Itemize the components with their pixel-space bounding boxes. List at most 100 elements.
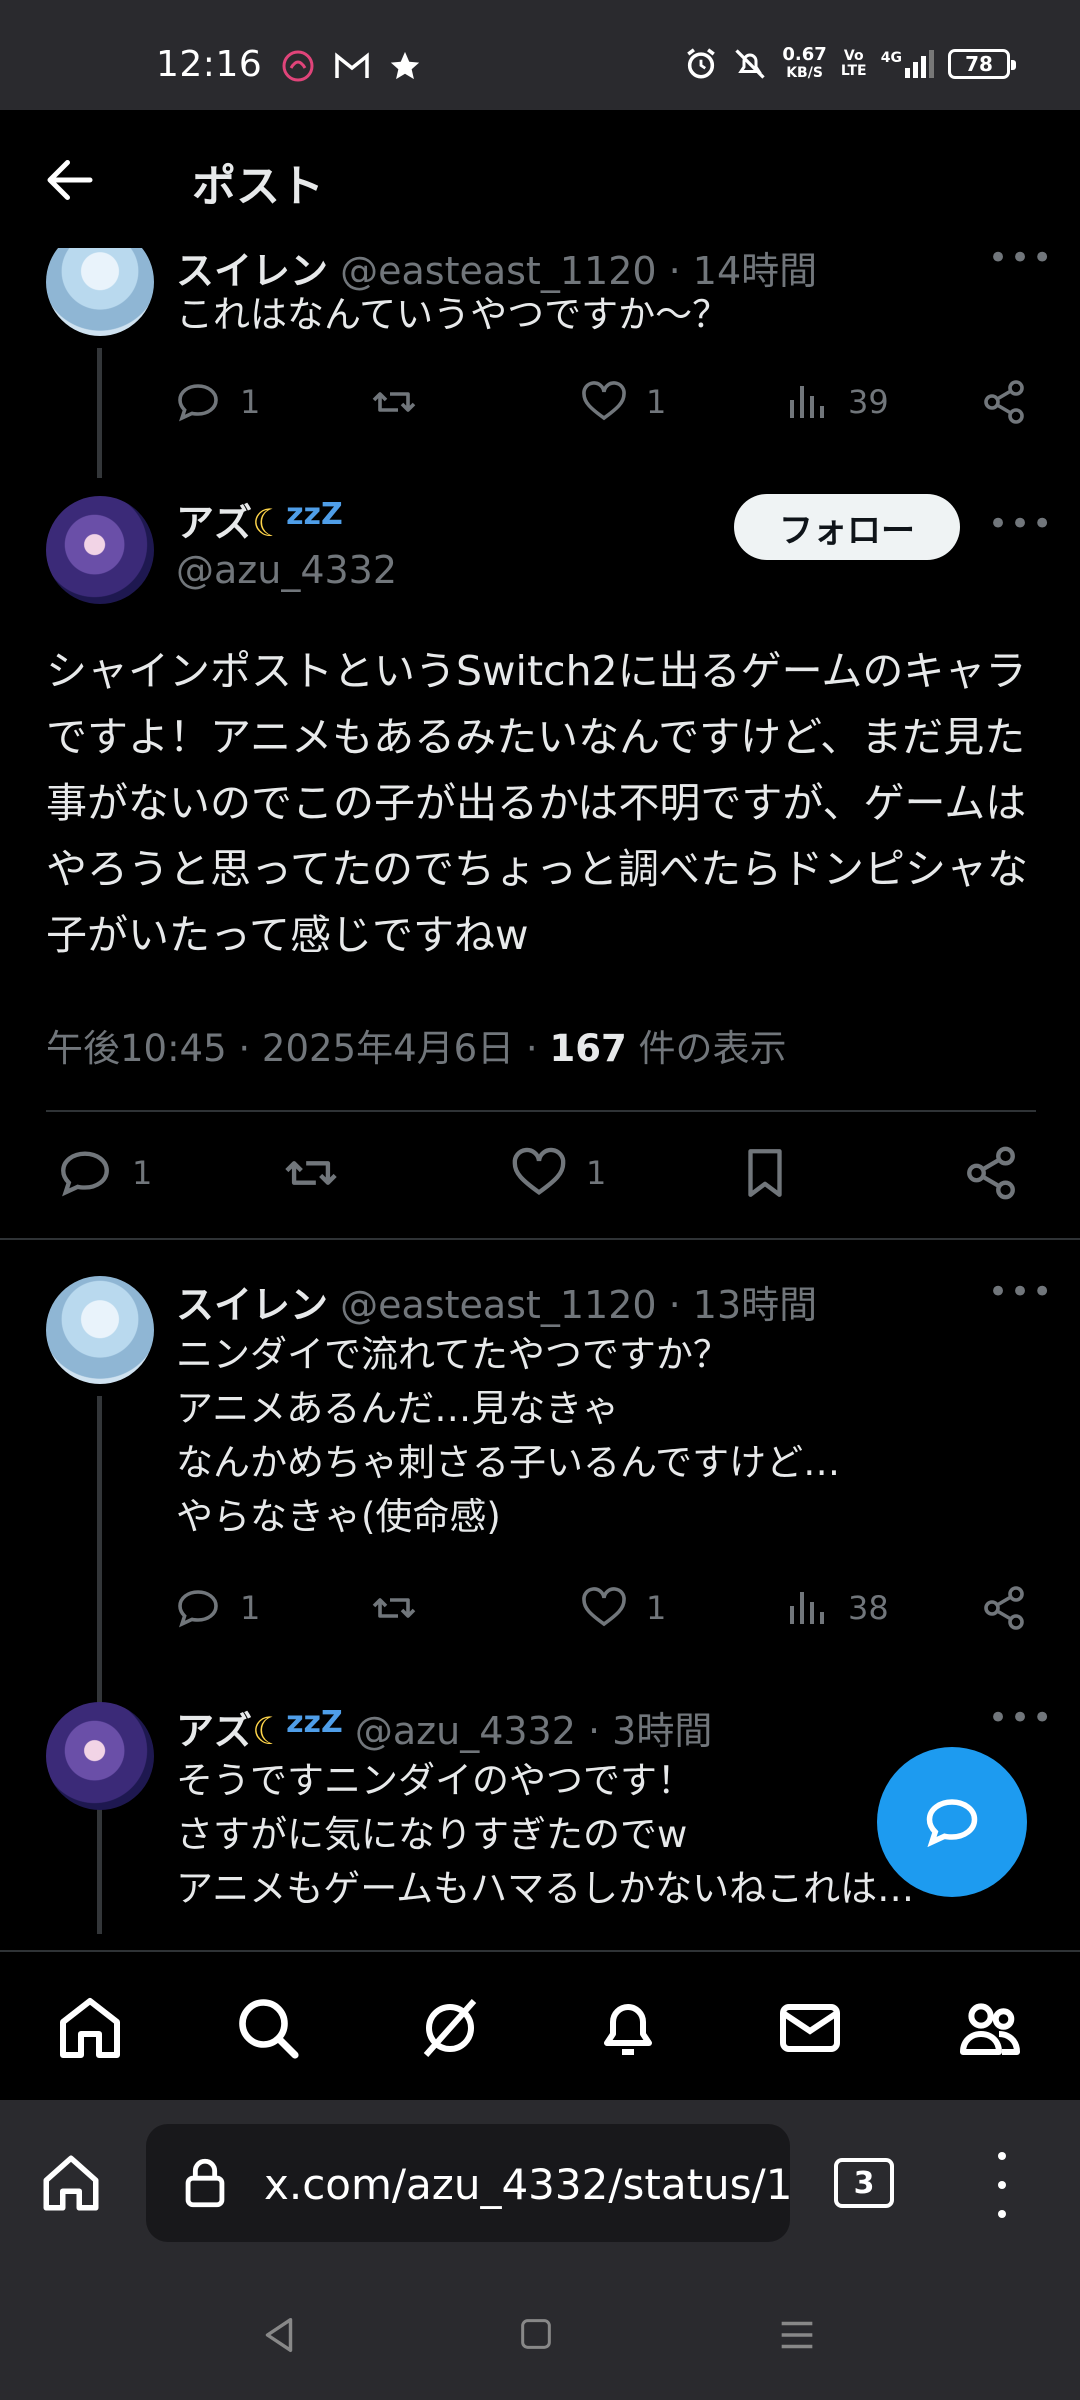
tweet-actions: 1 1 39 xyxy=(174,378,1044,434)
notifications-icon[interactable] xyxy=(592,1992,664,2064)
avatar[interactable] xyxy=(46,248,154,336)
views-button[interactable]: 38 xyxy=(782,1584,889,1632)
moon-icon: ☾ xyxy=(252,1709,287,1753)
communities-icon[interactable] xyxy=(954,1992,1026,2064)
tweet-text: シャインポストというSwitch2に出るゲームのキャラですよ！アニメもあるみたい… xyxy=(46,647,1028,959)
url-text[interactable]: x.com/azu_4332/status/1 xyxy=(264,2160,790,2209)
divider xyxy=(46,1110,1036,1112)
views-button[interactable]: 39 xyxy=(782,378,889,426)
reply-button[interactable]: 1 xyxy=(174,378,260,426)
repost-icon xyxy=(285,1161,337,1185)
like-button[interactable]: 1 xyxy=(580,378,666,426)
sleep-icon: zzZ xyxy=(286,497,343,532)
more-options-icon[interactable]: ••• xyxy=(988,504,1054,544)
browser-toolbar: x.com/azu_4332/status/1 3 xyxy=(0,2100,1080,2270)
reply-button[interactable]: 1 xyxy=(56,1144,152,1202)
bookmark-button[interactable] xyxy=(736,1144,794,1202)
star-icon xyxy=(390,51,420,80)
sleep-icon: zzZ xyxy=(286,1705,343,1740)
avatar[interactable] xyxy=(46,1702,154,1810)
share-button[interactable] xyxy=(980,378,1028,426)
avatar[interactable] xyxy=(46,496,154,604)
status-bar: 12:16 0.67 KB/S Vo LTE 4G 78 xyxy=(0,0,1080,110)
home-icon[interactable] xyxy=(54,1992,126,2064)
home-square-icon[interactable] xyxy=(516,2314,556,2354)
tweet-actions: 1 1 xyxy=(56,1144,1036,1208)
author-handle[interactable]: @azu_4332 · 3時間 xyxy=(355,1709,712,1753)
back-triangle-icon[interactable] xyxy=(256,2312,302,2358)
view-count: 167 xyxy=(549,1027,627,1070)
system-navigation-bar xyxy=(0,2270,1080,2400)
share-icon xyxy=(984,1586,1024,1630)
bookmark-icon xyxy=(748,1149,782,1197)
reply-icon xyxy=(61,1151,109,1197)
reply-icon xyxy=(178,384,218,422)
battery-indicator: 78 xyxy=(948,49,1016,79)
messages-icon[interactable] xyxy=(774,1992,846,2064)
share-button[interactable] xyxy=(980,1584,1028,1632)
thread-line xyxy=(97,348,102,478)
author-handle[interactable]: @azu_4332 xyxy=(176,548,397,592)
net-speed: 0.67 KB/S xyxy=(782,44,827,82)
grok-icon[interactable] xyxy=(414,1992,486,2064)
author-name[interactable]: アズ xyxy=(176,501,252,545)
volte-indicator: Vo LTE xyxy=(840,48,867,79)
mute-icon xyxy=(735,49,766,79)
tweet-text: ニンダイで流れてたやつですか？ アニメあるんだ…見なきゃ なんかめちゃ刺さる子い… xyxy=(176,1333,841,1538)
gmail-icon xyxy=(335,52,369,78)
status-time: 12:16 xyxy=(156,44,263,85)
author-handle[interactable]: @easteast_1120 · 14時間 xyxy=(340,249,817,293)
views-label: 件の表示 xyxy=(626,1027,787,1070)
alarm-icon xyxy=(687,48,716,79)
thread-line xyxy=(97,1396,102,1934)
recents-menu-icon[interactable] xyxy=(774,2312,820,2358)
reply-button[interactable]: 1 xyxy=(174,1584,260,1632)
tweet-text: これはなんていうやつですか〜？ xyxy=(176,293,730,336)
heart-icon xyxy=(582,381,626,421)
like-button[interactable]: 1 xyxy=(580,1584,666,1632)
author-handle[interactable]: @easteast_1120 · 13時間 xyxy=(340,1283,817,1327)
page-title: ポスト xyxy=(192,161,324,212)
browser-home-icon[interactable] xyxy=(38,2150,104,2216)
repost-icon xyxy=(372,1598,416,1618)
moon-icon: ☾ xyxy=(252,501,287,545)
lock-icon[interactable] xyxy=(176,2154,234,2212)
more-options-icon[interactable]: ••• xyxy=(988,1698,1054,1738)
back-arrow-icon[interactable] xyxy=(40,150,100,210)
share-icon xyxy=(967,1146,1015,1200)
more-options-icon[interactable]: ••• xyxy=(988,1272,1054,1312)
app-notification-icon xyxy=(282,50,314,82)
share-icon xyxy=(984,380,1024,424)
signal-icon: 4G xyxy=(881,50,934,78)
address-bar[interactable]: x.com/azu_4332/status/1 xyxy=(146,2124,790,2242)
repost-button[interactable] xyxy=(370,1584,418,1632)
share-button[interactable] xyxy=(962,1144,1020,1202)
reply-icon xyxy=(178,1590,218,1628)
reply-bubble-icon xyxy=(926,1799,978,1848)
tweet-actions: 1 1 38 xyxy=(174,1584,1044,1640)
like-button[interactable]: 1 xyxy=(510,1144,606,1202)
compose-reply-button[interactable] xyxy=(877,1747,1027,1897)
analytics-icon xyxy=(790,386,824,418)
heart-icon xyxy=(582,1587,626,1627)
repost-icon xyxy=(372,392,416,412)
repost-button[interactable] xyxy=(282,1144,340,1202)
repost-button[interactable] xyxy=(370,378,418,426)
tweet-thread[interactable]: スイレン @easteast_1120 · 14時間 ••• これはなんていうや… xyxy=(0,248,1080,1950)
bottom-nav xyxy=(0,1950,1080,2100)
author-name[interactable]: スイレン xyxy=(176,1283,328,1327)
tweet-meta: 午後10:45 · 2025年4月6日 · 167 件の表示 xyxy=(46,1018,786,1072)
author-name[interactable]: スイレン xyxy=(176,249,328,293)
more-options-icon[interactable]: ••• xyxy=(988,248,1054,278)
tab-switcher-button[interactable]: 3 xyxy=(834,2158,894,2208)
author-name[interactable]: アズ xyxy=(176,1709,252,1753)
search-icon[interactable] xyxy=(232,1992,304,2064)
tweet-timestamp[interactable]: 午後10:45 · 2025年4月6日 · xyxy=(46,1027,549,1070)
avatar[interactable] xyxy=(46,1276,154,1384)
analytics-icon xyxy=(790,1592,824,1624)
browser-menu-icon[interactable] xyxy=(992,2152,1012,2218)
follow-button[interactable]: フォロー xyxy=(734,494,960,560)
divider xyxy=(0,1238,1080,1240)
page-header: ポスト xyxy=(0,110,1080,248)
heart-icon xyxy=(512,1147,566,1196)
